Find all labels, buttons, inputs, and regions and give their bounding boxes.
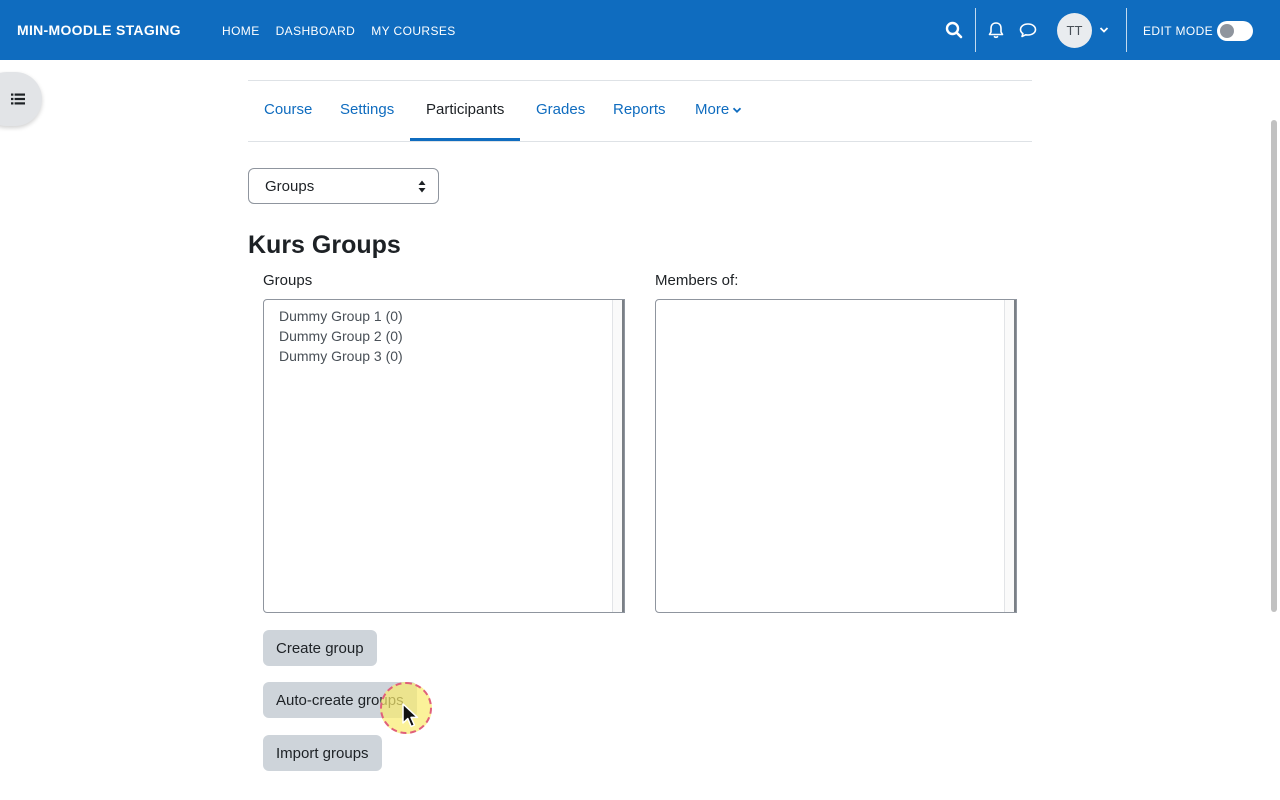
mouse-pointer-icon (402, 703, 419, 728)
page-title: Kurs Groups (248, 231, 401, 259)
nav-home-link[interactable]: HOME (222, 24, 260, 38)
chat-icon[interactable] (1018, 20, 1038, 40)
top-navbar: MIN-MOODLE STAGING HOME DASHBOARD MY COU… (0, 0, 1280, 60)
edit-mode-toggle[interactable] (1217, 21, 1253, 41)
tabs-bottom-divider (248, 141, 1032, 142)
navbar-divider (975, 8, 976, 52)
tab-course[interactable]: Course (264, 101, 312, 118)
nav-my-courses-link[interactable]: MY COURSES (371, 24, 455, 38)
sort-arrows-icon (418, 180, 426, 193)
listbox-edge (622, 300, 624, 612)
list-icon (11, 93, 25, 105)
groups-listbox[interactable]: Dummy Group 1 (0) Dummy Group 2 (0) Dumm… (263, 299, 625, 613)
import-groups-button[interactable]: Import groups (263, 735, 382, 771)
members-label: Members of: (655, 272, 739, 289)
select-value: Groups (265, 178, 315, 195)
tab-more[interactable]: More (695, 101, 742, 118)
edit-mode-label: EDIT MODE (1143, 24, 1214, 38)
tab-grades[interactable]: Grades (536, 101, 585, 118)
listbox-edge (1014, 300, 1016, 612)
toggle-knob (1220, 24, 1234, 38)
nav-dashboard-link[interactable]: DASHBOARD (276, 24, 356, 38)
navbar-divider (1126, 8, 1127, 52)
primary-navigation: HOME DASHBOARD MY COURSES (222, 24, 456, 38)
site-brand[interactable]: MIN-MOODLE STAGING (17, 22, 181, 38)
group-option[interactable]: Dummy Group 3 (0) (279, 348, 403, 364)
bell-icon[interactable] (986, 20, 1006, 40)
tab-reports[interactable]: Reports (613, 101, 666, 118)
create-group-button[interactable]: Create group (263, 630, 377, 666)
course-index-drawer-button[interactable] (0, 72, 42, 126)
tab-participants[interactable]: Participants (426, 101, 504, 118)
page-scrollbar[interactable] (1271, 120, 1277, 612)
search-icon[interactable] (944, 20, 964, 40)
members-listbox[interactable] (655, 299, 1017, 613)
groups-label: Groups (263, 272, 313, 289)
tabs-top-divider (248, 80, 1032, 81)
chevron-down-icon[interactable] (1098, 24, 1110, 36)
group-option[interactable]: Dummy Group 2 (0) (279, 328, 403, 344)
user-avatar[interactable]: TT (1057, 13, 1092, 48)
group-option[interactable]: Dummy Group 1 (0) (279, 308, 403, 324)
tab-settings[interactable]: Settings (340, 101, 394, 118)
tab-more-label: More (695, 101, 730, 118)
groups-page-select[interactable]: Groups (248, 168, 439, 204)
chevron-down-icon (733, 107, 742, 114)
